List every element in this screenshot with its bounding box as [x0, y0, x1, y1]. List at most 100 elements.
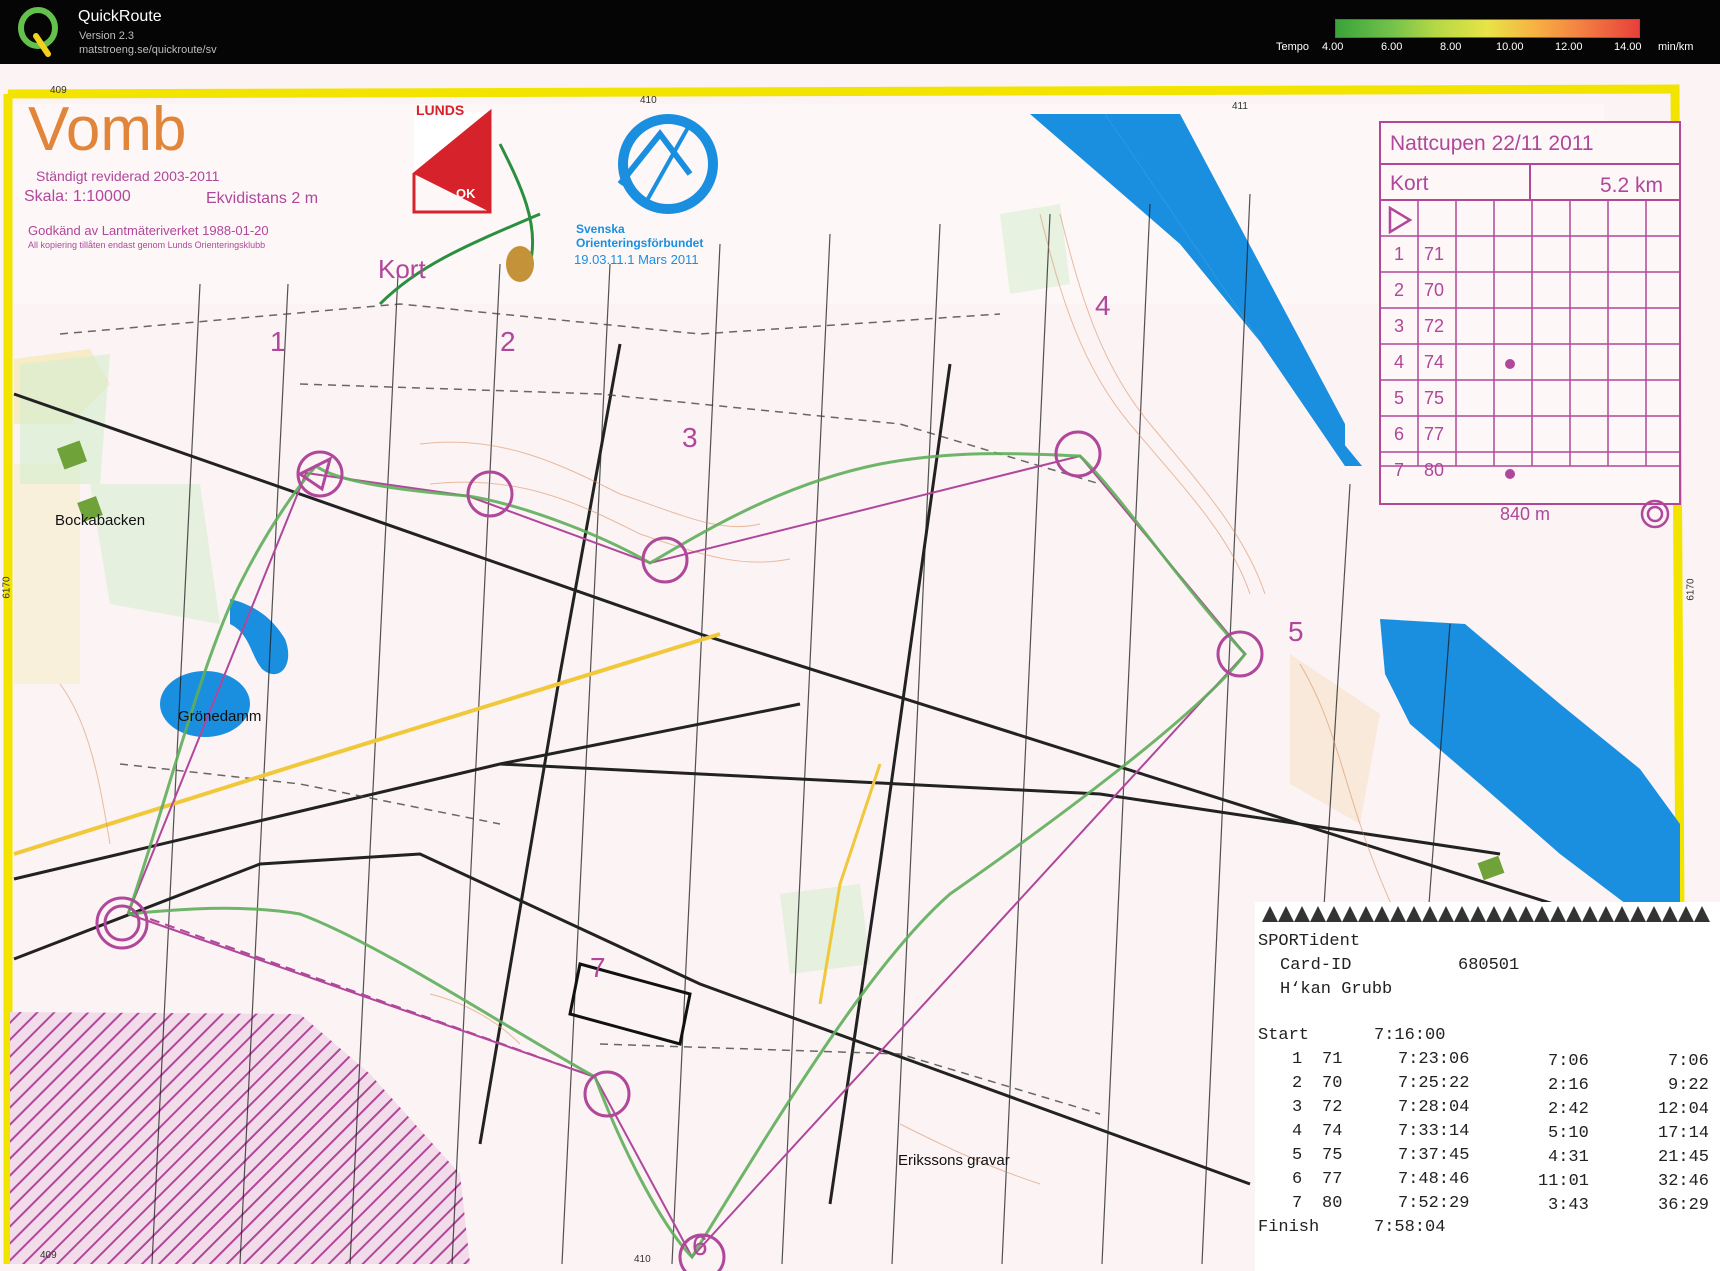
tempo-tick: 10.00: [1496, 41, 1524, 53]
si-split-code: 71: [1322, 1050, 1343, 1069]
si-split-code: 80: [1322, 1194, 1343, 1213]
card-class: Kort: [1390, 172, 1429, 195]
si-split-leg: 5:10: [1548, 1124, 1589, 1143]
tempo-tick: 6.00: [1381, 41, 1403, 53]
si-split-total: 12:04: [1658, 1100, 1710, 1119]
si-split-time: 7:23:06: [1398, 1050, 1470, 1069]
si-split-leg: 3:43: [1548, 1196, 1589, 1215]
si-split-leg: 4:31: [1548, 1148, 1589, 1167]
card-row-code: 72: [1424, 316, 1445, 336]
si-split-leg: 7:06: [1548, 1052, 1589, 1071]
tempo-color-scale: [1335, 19, 1640, 38]
si-split-n: 3: [1292, 1098, 1303, 1117]
map-title: Vomb: [28, 95, 187, 164]
si-split-code: 70: [1322, 1074, 1343, 1093]
si-split-total: 7:06: [1668, 1052, 1709, 1071]
si-split-time: 7:52:29: [1398, 1194, 1470, 1213]
si-split-n: 5: [1292, 1146, 1303, 1165]
tempo-tick: 12.00: [1555, 41, 1583, 53]
card-length: 5.2 km: [1600, 174, 1664, 197]
tempo-tick: 4.00: [1322, 41, 1344, 53]
si-split-total: 17:14: [1658, 1124, 1710, 1143]
tempo-tick: 8.00: [1440, 41, 1462, 53]
grid-label: 411: [1232, 101, 1248, 112]
quickroute-logo-icon: [18, 7, 58, 57]
card-row-num: 2: [1394, 280, 1405, 300]
si-finish-time: 7:58:04: [1374, 1218, 1446, 1237]
si-split-n: 4: [1292, 1122, 1303, 1141]
card-row-code: 80: [1424, 460, 1445, 480]
card-row-num: 7: [1394, 460, 1405, 480]
app-url[interactable]: matstroeng.se/quickroute/sv: [79, 44, 217, 56]
si-split-n: 7: [1292, 1194, 1303, 1213]
si-card-id: 680501: [1458, 956, 1520, 975]
card-row-code: 70: [1424, 280, 1445, 300]
control-number-1: 1: [270, 326, 286, 357]
control-number-4: 4: [1095, 290, 1111, 321]
si-brand: SPORTident: [1258, 932, 1361, 951]
grid-label: 410: [640, 95, 657, 106]
si-split-leg: 2:16: [1548, 1076, 1589, 1095]
tempo-unit: min/km: [1658, 41, 1694, 53]
si-split-total: 9:22: [1668, 1076, 1709, 1095]
si-start-label: Start: [1258, 1026, 1310, 1045]
card-row-code: 75: [1424, 388, 1445, 408]
map-copyright: All kopiering tillåten endast genom Lund…: [28, 240, 266, 250]
map-canvas[interactable]: Vomb Ständigt reviderad 2003-2011 Skala:…: [0, 64, 1720, 1271]
si-finish-label: Finish: [1258, 1218, 1320, 1237]
place-name: Erikssons gravar: [898, 1152, 1010, 1169]
map-revised: Ständigt reviderad 2003-2011: [36, 168, 220, 184]
sof-line3: 19.03.11.1 Mars 2011: [574, 252, 699, 267]
tempo-tick: 14.00: [1614, 41, 1642, 53]
si-split-leg: 2:42: [1548, 1100, 1589, 1119]
si-split-n: 2: [1292, 1074, 1303, 1093]
si-split-time: 7:25:22: [1398, 1074, 1470, 1093]
app-header: QuickRoute Version 2.3 matstroeng.se/qui…: [0, 0, 1720, 64]
si-split-time: 7:37:45: [1398, 1146, 1470, 1165]
control-number-3: 3: [682, 422, 698, 453]
control-number-7: 7: [590, 952, 606, 983]
si-split-leg: 11:01: [1538, 1172, 1590, 1191]
si-runner: H‘kan Grubb: [1280, 980, 1393, 999]
si-split-time: 7:28:04: [1398, 1098, 1470, 1117]
si-split-code: 74: [1322, 1122, 1343, 1141]
place-name: Grönedamm: [178, 708, 262, 725]
si-start-time: 7:16:00: [1374, 1026, 1446, 1045]
control-number-2: 2: [500, 326, 516, 357]
map-approved: Godkänd av Lantmäteriverket 1988-01-20: [28, 223, 269, 238]
tempo-label: Tempo: [1276, 41, 1310, 53]
lunds-logo-ok: OK: [456, 186, 476, 201]
map-scale: Skala: 1:10000: [24, 188, 131, 205]
si-card-label: Card-ID: [1280, 956, 1352, 975]
app-version: Version 2.3: [79, 30, 135, 42]
grid-label: 6170: [1, 576, 13, 599]
card-row-num: 4: [1394, 352, 1405, 372]
card-row-code: 74: [1424, 352, 1445, 372]
si-split-total: 32:46: [1658, 1172, 1710, 1191]
card-finish-distance: 840 m: [1500, 504, 1551, 524]
si-split-code: 75: [1322, 1146, 1343, 1165]
si-split-total: 36:29: [1658, 1196, 1710, 1215]
grid-label: 409: [40, 1250, 57, 1261]
card-row-code: 71: [1424, 244, 1445, 264]
grid-label: 409: [50, 85, 67, 96]
si-split-total: 21:45: [1658, 1148, 1710, 1167]
card-row-num: 1: [1394, 244, 1405, 264]
sof-line1: Svenska: [576, 222, 625, 236]
grid-label: 410: [634, 1254, 651, 1265]
sof-line2: Orienteringsförbundet: [576, 236, 704, 250]
si-split-time: 7:48:46: [1398, 1170, 1470, 1189]
map-contour: Ekvidistans 2 m: [206, 190, 319, 207]
si-split-n: 6: [1292, 1170, 1303, 1189]
control-number-5: 5: [1288, 616, 1304, 647]
course-label: Kort: [378, 254, 426, 284]
si-split-code: 72: [1322, 1098, 1343, 1117]
si-split-n: 1: [1292, 1050, 1303, 1069]
grid-label: 6170: [1685, 578, 1697, 601]
card-row-code: 77: [1424, 424, 1445, 444]
card-row-num: 3: [1394, 316, 1405, 336]
app-name: QuickRoute: [78, 8, 162, 25]
si-split-time: 7:33:14: [1398, 1122, 1470, 1141]
control-number-6: 6: [692, 1230, 708, 1261]
lunds-logo-text: LUNDS: [416, 102, 465, 118]
